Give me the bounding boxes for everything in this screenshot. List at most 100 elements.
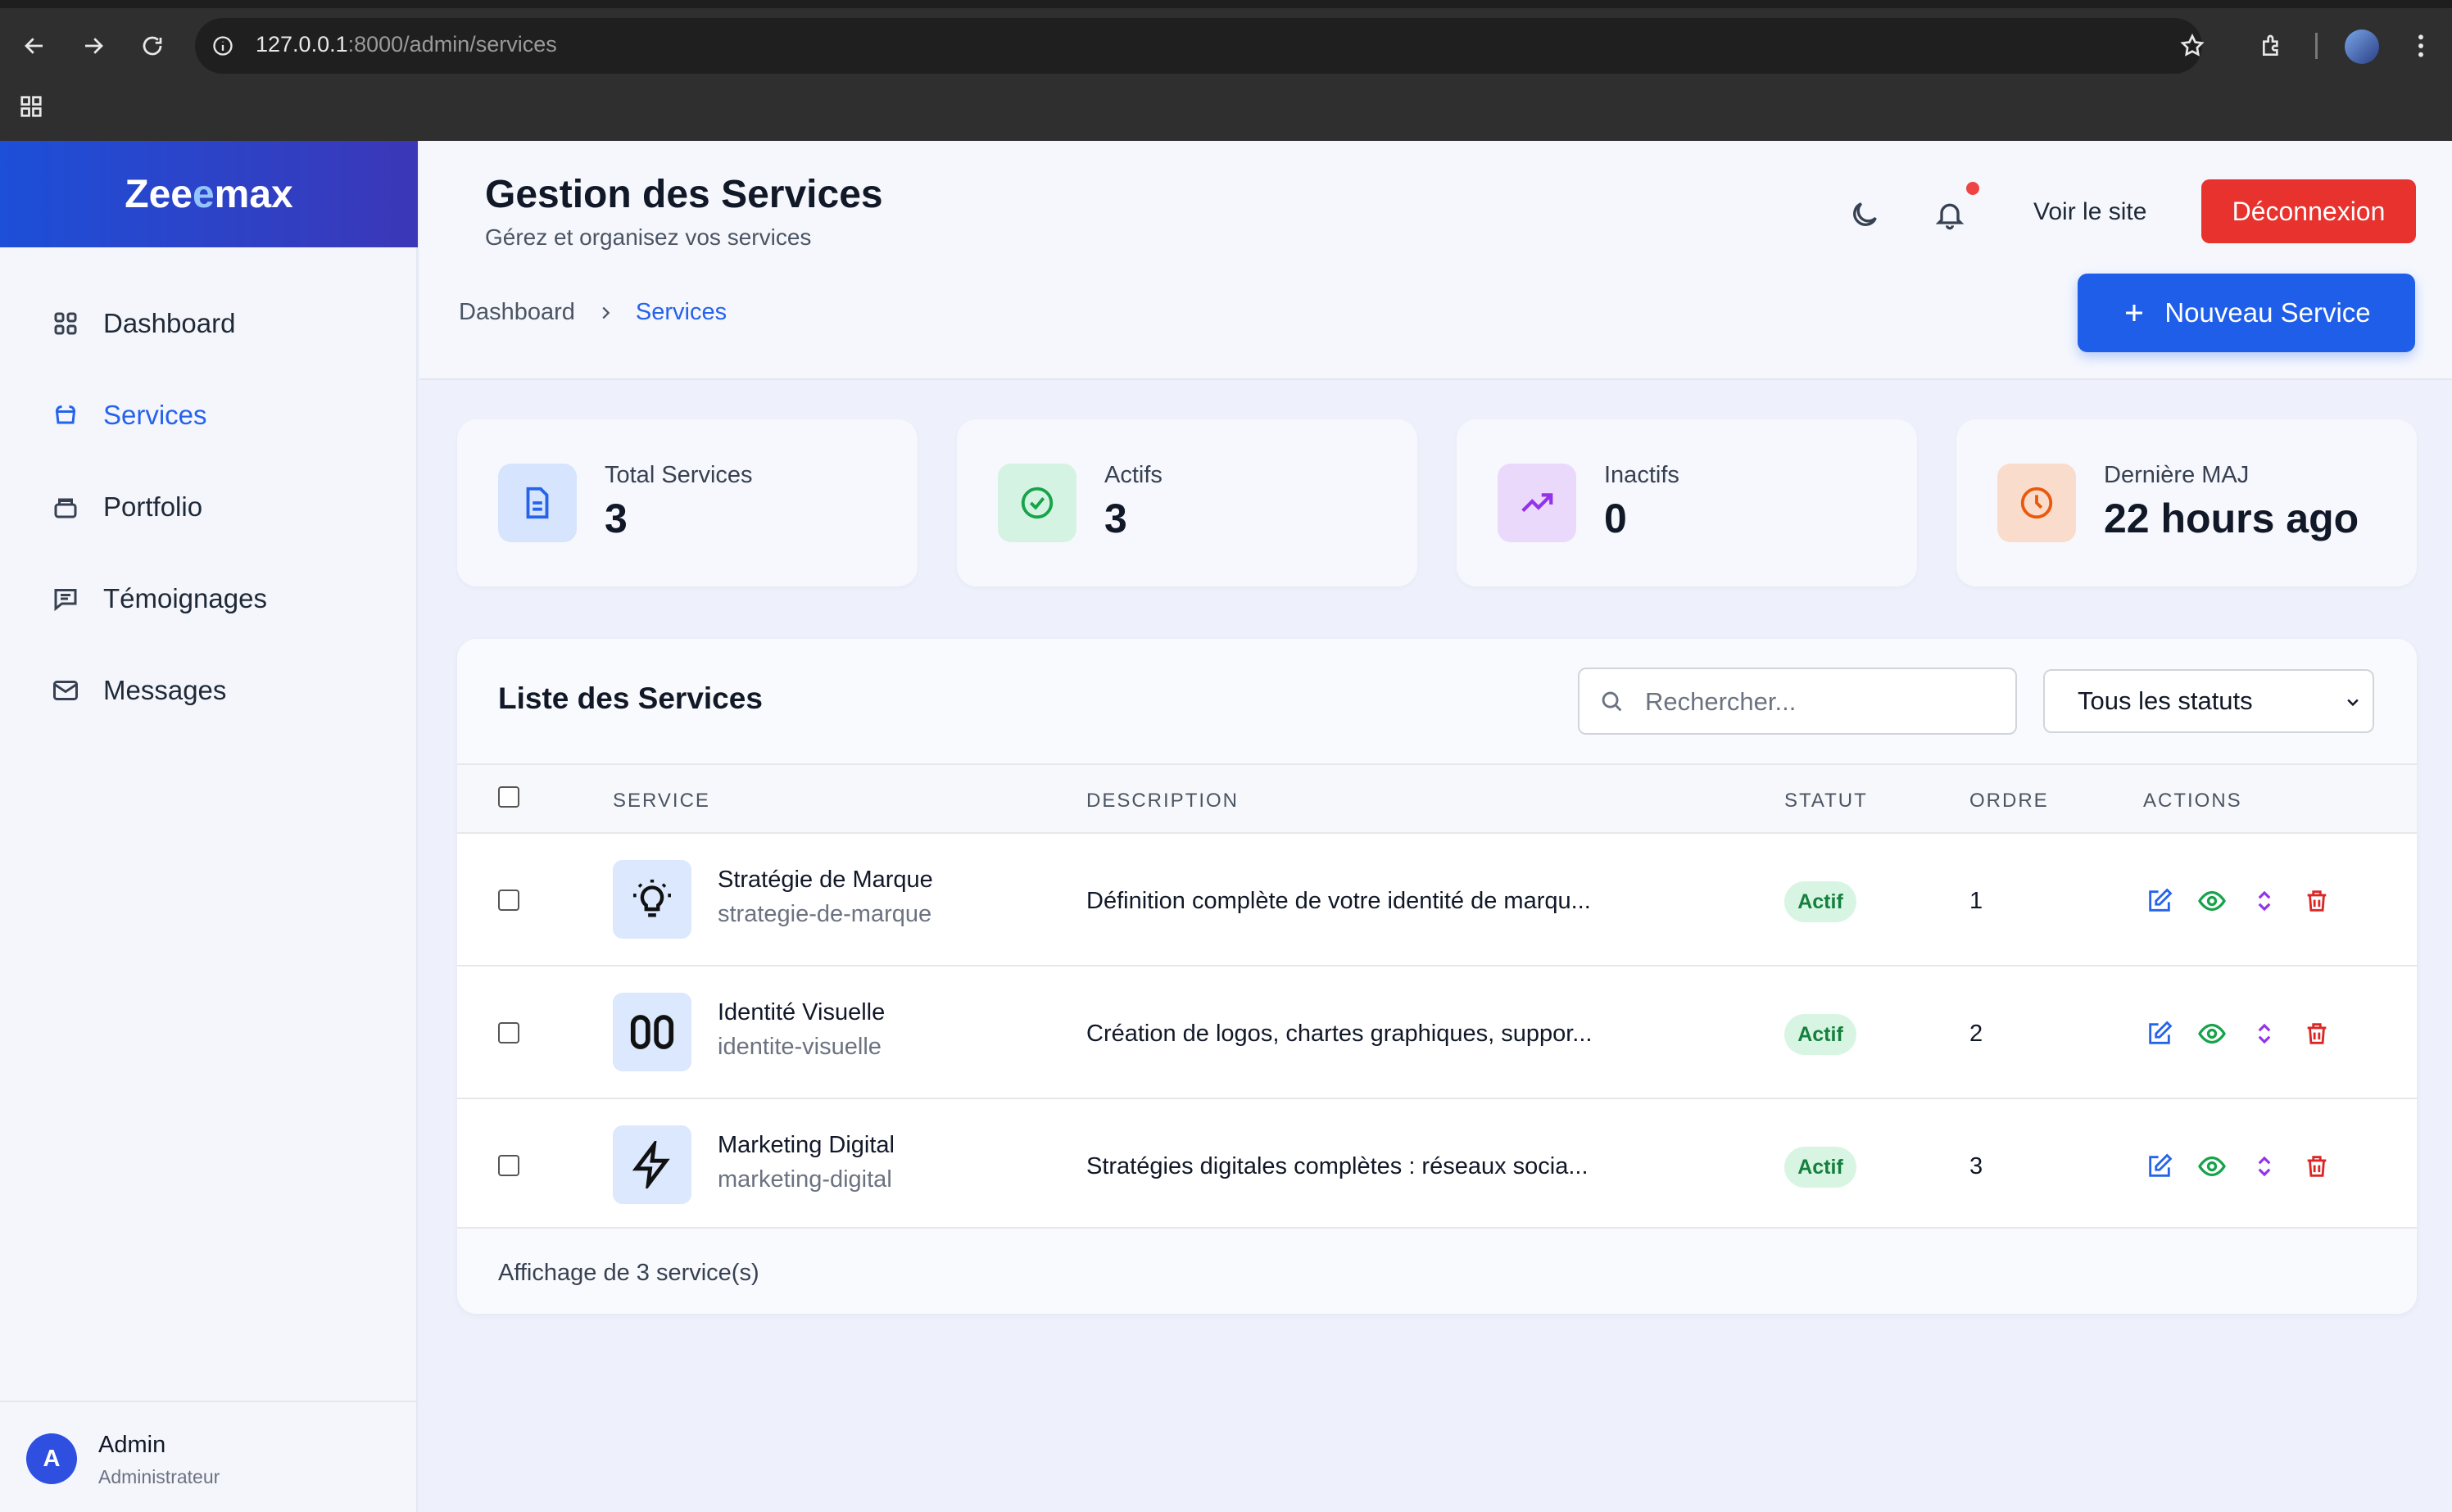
service-slug: strategie-de-marque (718, 901, 932, 927)
stat-card-inactive: Inactifs 0 (1457, 419, 1917, 586)
browser-menu-icon[interactable] (2409, 29, 2433, 62)
column-status[interactable]: STATUT (1784, 790, 1868, 813)
columns-icon (613, 993, 691, 1071)
table-title: Liste des Services (498, 681, 763, 715)
service-order: 1 (1969, 888, 1983, 914)
stat-label: Dernière MAJ (2104, 462, 2250, 488)
chevron-down-icon (2347, 699, 2359, 707)
page-header: Gestion des Services Gérez et organisez … (419, 141, 2452, 380)
document-icon (498, 464, 577, 542)
status-badge: Actif (1784, 881, 1856, 922)
table-toolbar: Liste des Services Tous les statuts (457, 639, 2417, 763)
user-panel[interactable]: A Admin Administrateur (0, 1401, 418, 1512)
trending-up-icon (1498, 464, 1576, 542)
moon-icon (1853, 202, 1877, 226)
view-site-link[interactable]: Voir le site (2033, 198, 2146, 226)
view-icon[interactable] (2196, 1017, 2228, 1050)
stat-value: 0 (1604, 496, 1627, 541)
grid-icon (54, 312, 77, 335)
avatar: A (26, 1433, 77, 1484)
apps-grid-icon[interactable] (16, 92, 46, 121)
stat-card-active: Actifs 3 (957, 419, 1417, 586)
bookmark-star-icon[interactable] (2176, 29, 2209, 62)
stat-value: 22 hours ago (2104, 496, 2359, 541)
sidebar-item-temoignages[interactable]: Témoignages (51, 583, 267, 614)
folder-icon (54, 498, 77, 518)
reorder-icon[interactable] (2248, 885, 2281, 917)
url-text[interactable]: 127.0.0.1:8000/admin/services (256, 32, 557, 57)
edit-icon[interactable] (2143, 1150, 2176, 1183)
site-info-icon[interactable] (210, 33, 236, 59)
sidebar-item-label: Messages (103, 675, 227, 705)
page-title: Gestion des Services (485, 173, 883, 216)
logout-button[interactable]: Déconnexion (2201, 179, 2416, 243)
page-subtitle: Gérez et organisez vos services (485, 224, 812, 250)
results-count: Affichage de 3 service(s) (498, 1260, 759, 1286)
reorder-icon[interactable] (2248, 1017, 2281, 1050)
table-row[interactable]: Identité Visuelle identite-visuelle Créa… (457, 965, 2417, 1098)
view-icon[interactable] (2196, 885, 2228, 917)
sidebar-item-portfolio[interactable]: Portfolio (51, 491, 202, 523)
brand-part: Zee (125, 172, 193, 216)
status-filter-value: Tous les statuts (2078, 686, 2253, 715)
sidebar-item-services[interactable]: Services (51, 400, 207, 431)
table-row[interactable]: Marketing Digital marketing-digital Stra… (457, 1098, 2417, 1230)
view-icon[interactable] (2196, 1150, 2228, 1183)
row-checkbox[interactable] (498, 1022, 519, 1043)
reload-icon[interactable] (136, 29, 169, 62)
url-path: :8000/admin/services (347, 32, 557, 57)
column-description[interactable]: DESCRIPTION (1086, 790, 1239, 813)
sidebar-item-messages[interactable]: Messages (51, 675, 226, 706)
delete-icon[interactable] (2300, 885, 2333, 917)
breadcrumb: Dashboard Services (459, 299, 727, 326)
forward-icon[interactable] (77, 29, 110, 62)
column-service[interactable]: SERVICE (613, 790, 710, 813)
new-service-button[interactable]: Nouveau Service (2078, 274, 2415, 352)
search-input[interactable] (1645, 681, 1997, 723)
sidebar-item-dashboard[interactable]: Dashboard (51, 308, 235, 339)
delete-icon[interactable] (2300, 1017, 2333, 1050)
stat-value: 3 (1104, 496, 1127, 541)
bell-icon (1935, 203, 1965, 230)
delete-icon[interactable] (2300, 1150, 2333, 1183)
check-circle-icon (998, 464, 1076, 542)
search-box[interactable] (1578, 668, 2017, 735)
extensions-icon[interactable] (2256, 29, 2289, 62)
row-checkbox[interactable] (498, 890, 519, 911)
service-order: 2 (1969, 1021, 1983, 1047)
status-badge: Actif (1784, 1147, 1856, 1188)
url-host: 127.0.0.1 (256, 32, 348, 57)
table-row[interactable]: Stratégie de Marque strategie-de-marque … (457, 832, 2417, 965)
service-description: Création de logos, chartes graphiques, s… (1086, 1021, 1593, 1047)
notification-dot (1966, 182, 1979, 195)
column-order[interactable]: ORDRE (1969, 790, 2049, 813)
service-order: 3 (1969, 1153, 1983, 1179)
new-service-label: Nouveau Service (2164, 297, 2371, 328)
stat-value: 3 (605, 496, 628, 541)
tab-strip (0, 0, 2452, 8)
profile-avatar[interactable] (2345, 29, 2379, 64)
sidebar-item-label: Dashboard (103, 308, 236, 338)
reorder-icon[interactable] (2248, 1150, 2281, 1183)
row-checkbox[interactable] (498, 1155, 519, 1176)
user-role: Administrateur (98, 1466, 220, 1487)
service-description: Définition complète de votre identité de… (1086, 888, 1591, 914)
search-icon (1602, 691, 1622, 712)
sidebar: Zee e max Dashboard Services Portfolio Tém… (0, 141, 418, 1512)
service-description: Stratégies digitales complètes : réseaux… (1086, 1153, 1589, 1179)
notifications-button[interactable] (1930, 195, 1969, 234)
edit-icon[interactable] (2143, 885, 2176, 917)
breadcrumb-dashboard[interactable]: Dashboard (459, 299, 575, 326)
dark-mode-toggle[interactable] (1845, 195, 1884, 234)
stat-card-total: Total Services 3 (457, 419, 918, 586)
services-table-card: Liste des Services Tous les statuts SERV… (457, 639, 2417, 1314)
brand-logo[interactable]: Zee e max (0, 141, 418, 247)
edit-icon[interactable] (2143, 1017, 2176, 1050)
mail-icon (53, 681, 78, 700)
select-all-checkbox[interactable] (498, 786, 519, 808)
back-icon[interactable] (18, 29, 51, 62)
status-filter-select[interactable]: Tous les statuts (2043, 669, 2374, 733)
stat-label: Total Services (605, 462, 753, 488)
table-footer: Affichage de 3 service(s) (457, 1227, 2417, 1314)
sidebar-item-label: Témoignages (103, 583, 267, 613)
